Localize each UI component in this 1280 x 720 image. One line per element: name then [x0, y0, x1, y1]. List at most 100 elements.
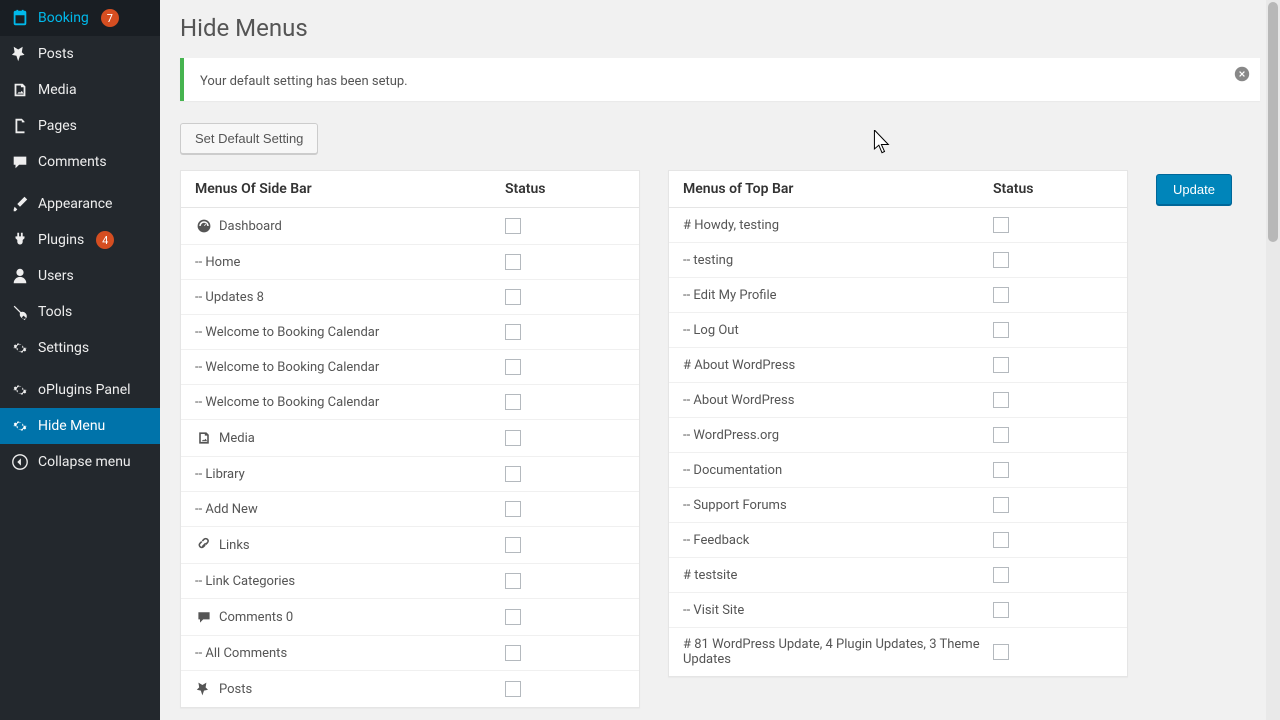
row-text: -- All Comments — [195, 646, 287, 661]
sidebar-item-media[interactable]: Media — [0, 72, 160, 108]
update-button[interactable]: Update — [1156, 174, 1232, 205]
sidebar-item-label: Appearance — [38, 196, 112, 212]
status-checkbox[interactable] — [993, 287, 1009, 303]
status-checkbox[interactable] — [993, 322, 1009, 338]
row-text: -- WordPress.org — [683, 428, 779, 443]
right-header-status: Status — [993, 181, 1113, 197]
sidebar-item-comments[interactable]: Comments — [0, 144, 160, 180]
left-header-status: Status — [505, 181, 625, 197]
row-label: # 81 WordPress Update, 4 Plugin Updates,… — [683, 637, 993, 667]
sidebar-item-appearance[interactable]: Appearance — [0, 186, 160, 222]
table-row: -- Welcome to Booking Calendar — [181, 315, 639, 350]
status-checkbox[interactable] — [993, 252, 1009, 268]
sidebar-item-label: Hide Menu — [38, 418, 105, 434]
status-checkbox[interactable] — [993, 217, 1009, 233]
sidebar-item-posts[interactable]: Posts — [0, 36, 160, 72]
table-row: Posts — [181, 671, 639, 707]
status-checkbox[interactable] — [505, 609, 521, 625]
row-status-cell — [505, 324, 625, 340]
row-status-cell — [993, 497, 1113, 513]
table-row: # Howdy, testing — [669, 208, 1127, 243]
row-status-cell — [993, 427, 1113, 443]
sidebar-item-booking[interactable]: Booking7 — [0, 0, 160, 36]
sidebar-item-hide-menu[interactable]: Hide Menu — [0, 408, 160, 444]
status-checkbox[interactable] — [505, 218, 521, 234]
sidebar-item-users[interactable]: Users — [0, 258, 160, 294]
status-checkbox[interactable] — [993, 462, 1009, 478]
status-checkbox[interactable] — [505, 537, 521, 553]
status-checkbox[interactable] — [505, 394, 521, 410]
status-checkbox[interactable] — [993, 644, 1009, 660]
dismiss-notice-button[interactable] — [1232, 66, 1252, 86]
status-checkbox[interactable] — [505, 645, 521, 661]
row-text: -- Welcome to Booking Calendar — [195, 395, 379, 410]
sidebar-item-settings[interactable]: Settings — [0, 330, 160, 366]
row-status-cell — [505, 218, 625, 234]
row-status-cell — [505, 501, 625, 517]
sidebar-item-label: Tools — [38, 304, 72, 320]
row-label: -- About WordPress — [683, 393, 993, 408]
table-row: -- testing — [669, 243, 1127, 278]
vertical-scrollbar[interactable] — [1266, 0, 1280, 720]
sidebar-item-label: Booking — [38, 10, 89, 26]
status-checkbox[interactable] — [993, 532, 1009, 548]
pin-icon — [10, 44, 30, 64]
row-label: # About WordPress — [683, 358, 993, 373]
set-default-button[interactable]: Set Default Setting — [180, 123, 318, 154]
row-status-cell — [993, 644, 1113, 660]
status-checkbox[interactable] — [505, 289, 521, 305]
table-row: -- Visit Site — [669, 593, 1127, 628]
row-text: # testsite — [683, 568, 737, 583]
status-checkbox[interactable] — [505, 501, 521, 517]
sidebar-item-oplugins-panel[interactable]: oPlugins Panel — [0, 372, 160, 408]
row-text: -- Home — [195, 255, 240, 270]
sidebar-item-plugins[interactable]: Plugins4 — [0, 222, 160, 258]
media-icon — [195, 429, 213, 447]
sidebar-item-label: Pages — [38, 118, 77, 134]
page-icon — [10, 116, 30, 136]
row-label: -- Log Out — [683, 323, 993, 338]
row-status-cell — [505, 537, 625, 553]
row-status-cell — [505, 254, 625, 270]
status-checkbox[interactable] — [505, 254, 521, 270]
row-status-cell — [505, 289, 625, 305]
table-row: # 81 WordPress Update, 4 Plugin Updates,… — [669, 628, 1127, 676]
row-text: -- Support Forums — [683, 498, 787, 513]
row-label: Posts — [195, 680, 505, 698]
status-checkbox[interactable] — [993, 392, 1009, 408]
row-label: -- Library — [195, 467, 505, 482]
status-checkbox[interactable] — [993, 602, 1009, 618]
comment-icon — [10, 152, 30, 172]
status-checkbox[interactable] — [505, 466, 521, 482]
table-row: Media — [181, 420, 639, 457]
row-label: -- Add New — [195, 502, 505, 517]
row-label: -- Edit My Profile — [683, 288, 993, 303]
gear-icon — [10, 416, 30, 436]
sidebar-item-collapse-menu[interactable]: Collapse menu — [0, 444, 160, 480]
row-label: # testsite — [683, 568, 993, 583]
row-text: # About WordPress — [683, 358, 795, 373]
status-checkbox[interactable] — [993, 567, 1009, 583]
status-checkbox[interactable] — [993, 497, 1009, 513]
status-checkbox[interactable] — [505, 359, 521, 375]
page-title: Hide Menus — [180, 14, 1260, 42]
status-checkbox[interactable] — [505, 324, 521, 340]
collapse-icon — [10, 452, 30, 472]
row-text: Links — [219, 538, 250, 553]
status-checkbox[interactable] — [993, 357, 1009, 373]
row-label: -- All Comments — [195, 646, 505, 661]
status-checkbox[interactable] — [505, 573, 521, 589]
status-checkbox[interactable] — [505, 430, 521, 446]
link-icon — [195, 536, 213, 554]
dashboard-icon — [195, 217, 213, 235]
status-checkbox[interactable] — [505, 681, 521, 697]
status-checkbox[interactable] — [993, 427, 1009, 443]
scrollbar-thumb[interactable] — [1268, 2, 1278, 242]
sidebar-item-label: oPlugins Panel — [38, 382, 131, 398]
row-label: -- Documentation — [683, 463, 993, 478]
main-content: Hide Menus Your default setting has been… — [160, 0, 1280, 720]
sidebar-item-tools[interactable]: Tools — [0, 294, 160, 330]
sidebar-item-pages[interactable]: Pages — [0, 108, 160, 144]
row-text: -- Welcome to Booking Calendar — [195, 325, 379, 340]
row-label: -- Welcome to Booking Calendar — [195, 360, 505, 375]
